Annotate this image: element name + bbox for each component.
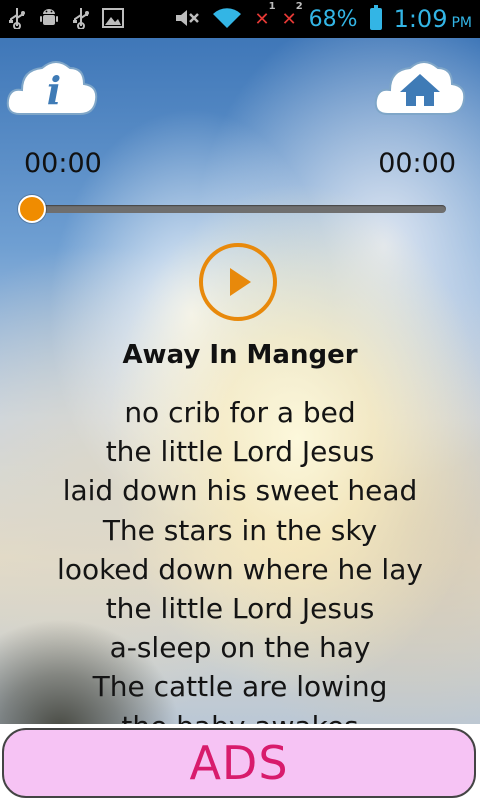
- status-bar: ✕ 1 ✕ 2 68% 1:09 PM: [0, 0, 480, 38]
- mute-icon: [174, 7, 200, 32]
- usb-icon: [72, 7, 90, 32]
- android-debug-icon: [38, 7, 60, 32]
- battery-percent: 68%: [308, 6, 358, 32]
- sim-1-label: 1: [268, 0, 276, 12]
- no-signal-2-icon: ✕ 2: [281, 0, 303, 30]
- seek-bar[interactable]: [18, 195, 446, 223]
- ads-area: ADS: [0, 724, 480, 800]
- ads-banner-button[interactable]: ADS: [2, 728, 476, 798]
- song-title: Away In Manger: [122, 340, 358, 370]
- play-icon: [230, 268, 251, 296]
- info-button[interactable]: i: [4, 52, 100, 122]
- usb-icon: [8, 7, 26, 32]
- home-button[interactable]: [372, 52, 468, 122]
- wifi-icon: [212, 7, 242, 32]
- lyric-line: laid down his sweet head: [62, 474, 418, 508]
- lyric-line: the little Lord Jesus: [105, 435, 375, 469]
- seek-thumb[interactable]: [18, 195, 46, 223]
- svg-text:i: i: [47, 68, 61, 113]
- clock: 1:09 PM: [394, 5, 472, 33]
- status-notifications: [8, 7, 124, 32]
- lyric-line: no crib for a bed: [124, 396, 356, 429]
- lyrics-scroll[interactable]: no crib for a bed the little Lord Jesus …: [0, 393, 480, 730]
- total-time: 00:00: [378, 148, 456, 179]
- lyric-line: the little Lord Jesus: [105, 592, 375, 626]
- status-system: ✕ 1 ✕ 2 68% 1:09 PM: [174, 0, 472, 33]
- home-cloud-icon: [374, 61, 466, 115]
- lyric-line: a-sleep on the hay: [109, 631, 371, 665]
- sim-2-label: 2: [295, 0, 303, 12]
- play-button[interactable]: [199, 243, 277, 321]
- no-signal-1-icon: ✕ 1: [254, 0, 276, 30]
- info-cloud-icon: i: [6, 61, 98, 115]
- clock-ampm: PM: [451, 15, 472, 31]
- current-time: 00:00: [24, 148, 102, 179]
- battery-charging-icon: [369, 5, 382, 30]
- image-icon: [102, 7, 124, 31]
- lyric-line: The cattle are lowing: [92, 670, 388, 704]
- lyric-line: The stars in the sky: [102, 513, 378, 547]
- clock-time: 1:09: [393, 5, 448, 33]
- ads-label: ADS: [189, 736, 289, 790]
- lyric-line: looked down where he lay: [57, 552, 423, 586]
